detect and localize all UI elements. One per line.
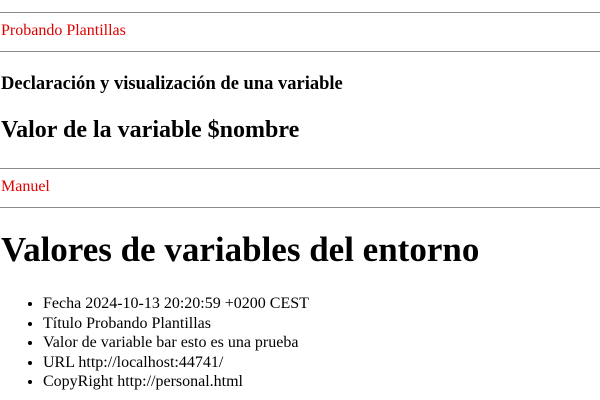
- list-item-url: URL http://localhost:44741/: [43, 353, 309, 373]
- list-item-copyright: CopyRight http://personal.html: [43, 372, 309, 392]
- site-title: Probando Plantillas: [1, 22, 126, 39]
- title-divider: [0, 51, 600, 52]
- list-item-valor: Valor de variable bar esto es una prueba: [43, 333, 309, 353]
- variable-heading: Valor de la variable $nombre: [1, 117, 300, 143]
- list-item-fecha: Fecha 2024-10-13 20:20:59 +0200 CEST: [43, 294, 309, 314]
- environment-heading: Valores de variables del entorno: [1, 230, 480, 269]
- list-item-titulo: Título Probando Plantillas: [43, 314, 309, 334]
- variable-value: Manuel: [1, 178, 50, 195]
- environment-list: Fecha 2024-10-13 20:20:59 +0200 CEST Tít…: [0, 294, 309, 392]
- variable-top-divider: [0, 168, 600, 169]
- section-heading: Declaración y visualización de una varia…: [1, 74, 343, 94]
- top-divider: [0, 12, 600, 13]
- variable-bottom-divider: [0, 207, 600, 208]
